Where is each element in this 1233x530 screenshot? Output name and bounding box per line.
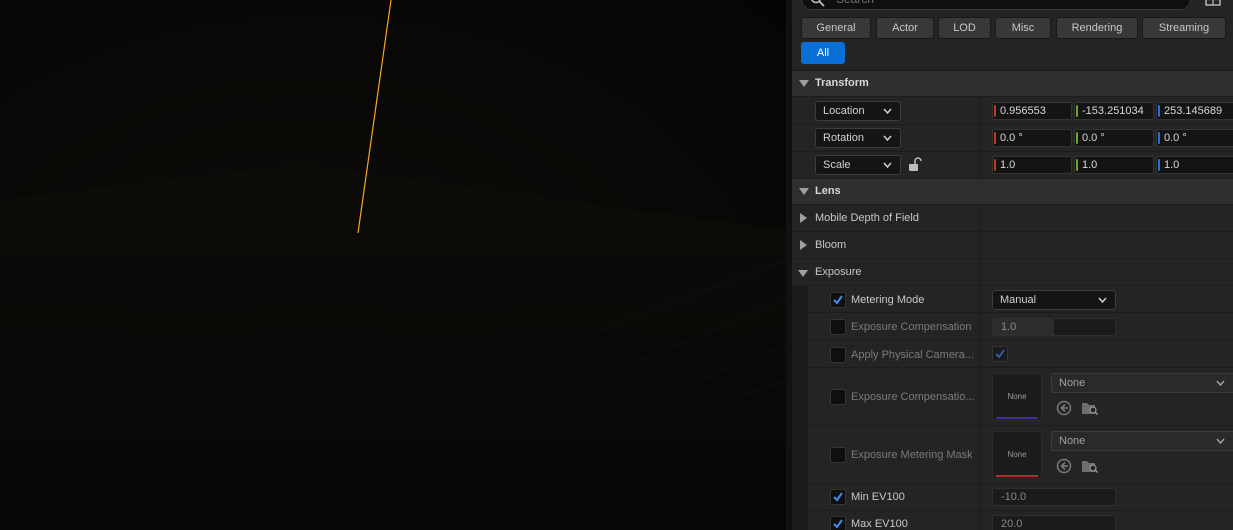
group-bloom[interactable]: Bloom bbox=[792, 231, 1233, 258]
group-mobile-depth-of-field[interactable]: Mobile Depth of Field bbox=[792, 204, 1233, 231]
max-ev100-field[interactable]: 20.0 bbox=[992, 515, 1116, 530]
rotation-row: Rotation 0.0 ° 0.0 ° 0.0 ° bbox=[792, 124, 1233, 151]
max-ev100-override-checkbox[interactable] bbox=[830, 516, 846, 530]
rotation-z-field[interactable]: 0.0 ° bbox=[1156, 129, 1233, 147]
use-selected-asset-icon[interactable] bbox=[1056, 458, 1072, 474]
curve-asset-picker[interactable]: None bbox=[1051, 373, 1233, 393]
exposure-compensation-row: Exposure Compensation 1.0 bbox=[792, 312, 1233, 340]
rotation-label: Rotation bbox=[823, 132, 864, 144]
exposure-compensation-override-checkbox[interactable] bbox=[830, 319, 846, 335]
min-ev100-field[interactable]: -10.0 bbox=[992, 488, 1116, 506]
unlock-icon[interactable] bbox=[908, 157, 922, 172]
metering-mode-dropdown[interactable]: Manual bbox=[992, 290, 1116, 310]
group-label: Mobile Depth of Field bbox=[815, 212, 919, 224]
location-y-field[interactable]: -153.251034 bbox=[1074, 102, 1154, 120]
rotation-y-field[interactable]: 0.0 ° bbox=[1074, 129, 1154, 147]
location-mode-dropdown[interactable]: Location bbox=[815, 101, 901, 121]
collapse-arrow-icon bbox=[798, 270, 808, 277]
exposure-metering-mask-label: Exposure Metering Mask bbox=[851, 449, 973, 461]
mask-asset-thumbnail[interactable]: None bbox=[992, 431, 1042, 479]
exposure-metering-mask-row: Exposure Metering Mask None None bbox=[792, 425, 1233, 483]
scale-z-field[interactable]: 1.0 bbox=[1156, 156, 1233, 174]
metering-mode-row: Metering Mode Manual bbox=[792, 285, 1233, 312]
checkmark-icon bbox=[833, 519, 843, 529]
exposure-compensation-curve-override-checkbox[interactable] bbox=[830, 389, 846, 405]
scale-label: Scale bbox=[823, 159, 851, 171]
filter-misc-button[interactable]: Misc bbox=[995, 17, 1051, 39]
curve-asset-thumbnail[interactable]: None bbox=[992, 373, 1042, 421]
browse-asset-icon[interactable] bbox=[1081, 458, 1099, 474]
category-lens[interactable]: Lens bbox=[792, 178, 1233, 204]
checkmark-icon bbox=[995, 349, 1005, 359]
filter-lod-button[interactable]: LOD bbox=[938, 17, 991, 39]
search-icon bbox=[811, 0, 825, 7]
apply-physical-camera-override-checkbox[interactable] bbox=[830, 347, 846, 363]
exposure-compensation-curve-row: Exposure Compensatio... None None bbox=[792, 367, 1233, 425]
category-transform[interactable]: Transform bbox=[792, 70, 1233, 96]
filter-actor-button[interactable]: Actor bbox=[876, 17, 934, 39]
checkmark-icon bbox=[833, 295, 843, 305]
mask-asset-picker[interactable]: None bbox=[1051, 431, 1233, 451]
scale-row: Scale 1.0 1.0 1.0 bbox=[792, 151, 1233, 178]
group-label: Exposure bbox=[815, 266, 862, 278]
chevron-down-icon bbox=[883, 108, 892, 114]
location-label: Location bbox=[823, 105, 865, 117]
chevron-down-icon bbox=[883, 162, 892, 168]
expand-arrow-icon bbox=[800, 240, 807, 250]
exposure-metering-mask-override-checkbox[interactable] bbox=[830, 447, 846, 463]
max-ev100-label: Max EV100 bbox=[851, 518, 908, 530]
browse-asset-icon[interactable] bbox=[1081, 400, 1099, 416]
category-title: Lens bbox=[815, 185, 841, 197]
chevron-down-icon bbox=[883, 135, 892, 141]
use-selected-asset-icon[interactable] bbox=[1056, 400, 1072, 416]
location-z-field[interactable]: 253.145689 bbox=[1156, 102, 1233, 120]
rotation-mode-dropdown[interactable]: Rotation bbox=[815, 128, 901, 148]
chevron-down-icon bbox=[1216, 380, 1225, 386]
exposure-compensation-slider[interactable]: 1.0 bbox=[992, 318, 1116, 336]
chevron-down-icon bbox=[1216, 438, 1225, 444]
chevron-down-icon bbox=[1098, 297, 1107, 303]
filter-streaming-button[interactable]: Streaming bbox=[1142, 17, 1226, 39]
filter-general-button[interactable]: General bbox=[801, 17, 871, 39]
scale-x-field[interactable]: 1.0 bbox=[992, 156, 1072, 174]
filter-all-button[interactable]: All bbox=[801, 42, 845, 64]
exposure-compensation-curve-label: Exposure Compensatio... bbox=[851, 391, 975, 403]
location-row: Location 0.956553 -153.251034 253.145689 bbox=[792, 96, 1233, 124]
apply-physical-camera-checkbox[interactable] bbox=[992, 346, 1008, 362]
apply-physical-camera-row: Apply Physical Camera... bbox=[792, 340, 1233, 367]
viewport-scene bbox=[0, 0, 786, 530]
metering-mode-override-checkbox[interactable] bbox=[830, 292, 846, 308]
collapse-arrow-icon bbox=[799, 188, 809, 195]
filter-rendering-button[interactable]: Rendering bbox=[1056, 17, 1138, 39]
checkmark-icon bbox=[833, 492, 843, 502]
scale-mode-dropdown[interactable]: Scale bbox=[815, 155, 901, 175]
scale-y-field[interactable]: 1.0 bbox=[1074, 156, 1154, 174]
max-ev100-row: Max EV100 20.0 bbox=[792, 510, 1233, 530]
property-matrix-icon[interactable] bbox=[1205, 0, 1221, 6]
level-viewport[interactable] bbox=[0, 0, 786, 530]
apply-physical-camera-label: Apply Physical Camera... bbox=[851, 349, 974, 361]
location-x-field[interactable]: 0.956553 bbox=[992, 102, 1072, 120]
category-title: Transform bbox=[815, 77, 869, 89]
exposure-compensation-label: Exposure Compensation bbox=[851, 321, 972, 333]
min-ev100-row: Min EV100 -10.0 bbox=[792, 483, 1233, 510]
rotation-x-field[interactable]: 0.0 ° bbox=[992, 129, 1072, 147]
floor-plane bbox=[0, 165, 786, 530]
group-label: Bloom bbox=[815, 239, 847, 251]
metering-mode-label: Metering Mode bbox=[851, 294, 925, 306]
search-input[interactable] bbox=[836, 0, 1176, 7]
min-ev100-override-checkbox[interactable] bbox=[830, 489, 846, 505]
search-box[interactable] bbox=[801, 0, 1191, 10]
collapse-arrow-icon bbox=[799, 80, 809, 87]
details-panel: General Actor LOD Misc Rendering Streami… bbox=[792, 0, 1233, 530]
group-exposure[interactable]: Exposure bbox=[792, 258, 1233, 285]
min-ev100-label: Min EV100 bbox=[851, 491, 905, 503]
expand-arrow-icon bbox=[800, 213, 807, 223]
